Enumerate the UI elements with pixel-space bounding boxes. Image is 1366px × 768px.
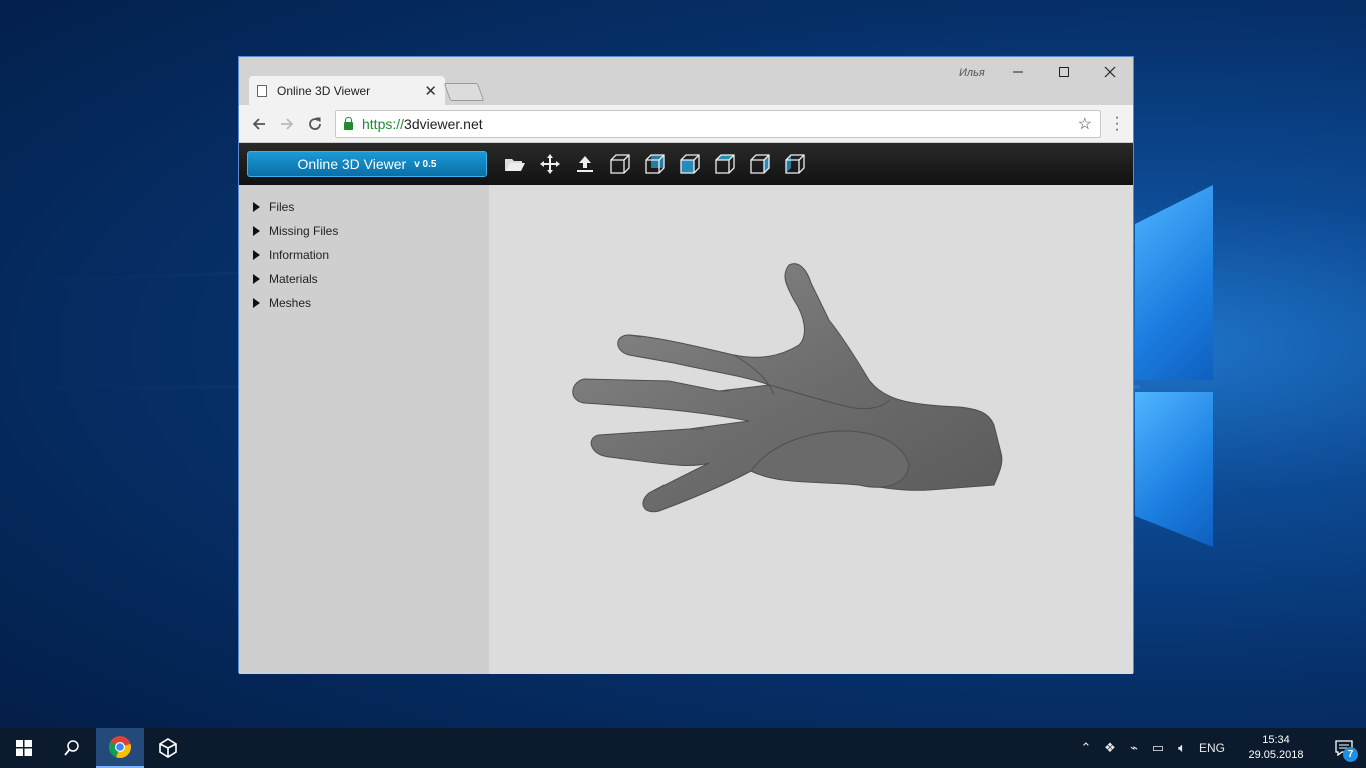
volume-icon[interactable]: 🔈︎: [1170, 728, 1194, 768]
reload-icon: [309, 117, 321, 130]
url-host: 3dviewer.net: [404, 115, 483, 132]
clock-time: 15:34: [1262, 734, 1290, 746]
tab-title: Online 3D Viewer: [277, 83, 371, 98]
sidebar-item-label: Information: [269, 248, 330, 262]
open-folder-button[interactable]: [497, 149, 532, 179]
forward-button[interactable]: [273, 110, 301, 138]
sidebar-item-meshes[interactable]: Meshes: [239, 291, 489, 315]
clock-date: 29.05.2018: [1248, 749, 1304, 761]
profile-name[interactable]: Илья: [959, 67, 985, 79]
sidebar-item-materials[interactable]: Materials: [239, 267, 489, 291]
expand-triangle-icon: [253, 202, 260, 212]
browser-window: Online 3D Viewer ✕ Илья https:// 3dviewe…: [238, 56, 1134, 674]
view-top-icon: [749, 154, 770, 174]
expand-triangle-icon: [253, 274, 260, 284]
back-button[interactable]: [245, 110, 273, 138]
windows-start-icon: [16, 740, 32, 756]
action-center-button[interactable]: 7: [1322, 728, 1366, 768]
search-button[interactable]: [48, 728, 96, 768]
3d-viewport[interactable]: [489, 185, 1133, 674]
view-right-icon: [714, 154, 735, 174]
new-tab-button[interactable]: [443, 83, 485, 101]
reload-button[interactable]: [301, 110, 329, 138]
sidebar-item-missing-files[interactable]: Missing Files: [239, 219, 489, 243]
minimize-button[interactable]: [995, 59, 1041, 85]
close-window-button[interactable]: [1087, 59, 1133, 85]
expand-triangle-icon: [253, 226, 260, 236]
sidebar: Files Missing Files Information Material…: [239, 185, 489, 674]
back-arrow-icon: [252, 117, 265, 130]
view-right-button[interactable]: [707, 149, 742, 179]
address-bar: https:// 3dviewer.net ☆ · · ·: [239, 105, 1133, 143]
upload-icon: [576, 156, 593, 172]
view-front-icon: [609, 154, 630, 174]
taskbar-chrome-button[interactable]: [96, 728, 144, 768]
view-front-button[interactable]: [602, 149, 637, 179]
sidebar-item-information[interactable]: Information: [239, 243, 489, 267]
view-bottom-button[interactable]: [777, 149, 812, 179]
toolbar-tools: [497, 149, 812, 179]
page-icon: [257, 84, 267, 97]
fit-view-button[interactable]: [532, 149, 567, 179]
notification-badge: 7: [1343, 747, 1358, 762]
url-scheme: https://: [362, 115, 405, 132]
browser-menu-button[interactable]: · · ·: [1107, 109, 1127, 137]
windows-logo-pane-bottom: [1135, 392, 1213, 547]
forward-arrow-icon: [281, 117, 294, 130]
view-back-icon: [644, 154, 665, 174]
sidebar-item-label: Files: [269, 200, 295, 214]
start-button[interactable]: [0, 728, 48, 768]
expand-triangle-icon: [253, 250, 260, 260]
brand-version: v 0.5: [414, 158, 437, 170]
brand-name: Online 3D Viewer: [297, 156, 407, 172]
taskbar: ⌃ ❖ ⌁ ▭ 🔈︎ ENG 15:34 29.05.2018 7: [0, 728, 1366, 768]
url-field[interactable]: https:// 3dviewer.net ☆: [335, 109, 1101, 138]
network-icon[interactable]: ▭: [1146, 728, 1170, 768]
dropbox-icon[interactable]: ❖: [1098, 728, 1122, 768]
upload-button[interactable]: [567, 149, 602, 179]
close-tab-icon[interactable]: ✕: [424, 82, 437, 100]
hand-model[interactable]: [489, 185, 1133, 674]
fit-view-icon: [539, 154, 560, 174]
app-brand-button[interactable]: Online 3D Viewer v 0.5: [247, 151, 487, 177]
unity-icon: [159, 738, 177, 758]
minimize-icon: [1013, 71, 1023, 73]
taskbar-unity-button[interactable]: [144, 728, 192, 768]
view-back-button[interactable]: [637, 149, 672, 179]
show-hidden-icons-button[interactable]: ⌃: [1074, 728, 1098, 768]
windows-logo-pane-top: [1135, 185, 1213, 380]
language-indicator[interactable]: ENG: [1194, 728, 1230, 768]
open-folder-icon: [504, 159, 525, 171]
lock-icon: [344, 116, 353, 130]
bookmark-star-icon[interactable]: ☆: [1078, 114, 1092, 134]
clock[interactable]: 15:34 29.05.2018: [1236, 733, 1316, 763]
view-bottom-icon: [784, 154, 805, 174]
app-toolbar: Online 3D Viewer v 0.5: [239, 143, 1133, 185]
expand-triangle-icon: [253, 298, 260, 308]
view-top-button[interactable]: [742, 149, 777, 179]
sidebar-item-files[interactable]: Files: [239, 195, 489, 219]
app-content: Files Missing Files Information Material…: [239, 185, 1133, 674]
power-plug-icon[interactable]: ⌁: [1122, 728, 1146, 768]
system-tray: ⌃ ❖ ⌁ ▭ 🔈︎ ENG 15:34 29.05.2018 7: [1074, 728, 1366, 768]
sidebar-item-label: Materials: [269, 272, 318, 286]
search-icon: [64, 740, 79, 756]
maximize-button[interactable]: [1041, 59, 1087, 85]
sidebar-item-label: Missing Files: [269, 224, 339, 238]
sidebar-item-label: Meshes: [269, 296, 312, 310]
browser-tab[interactable]: Online 3D Viewer ✕: [249, 76, 445, 105]
close-icon: [1104, 66, 1116, 78]
browser-titlebar: Online 3D Viewer ✕ Илья: [239, 57, 1133, 105]
chrome-icon: [108, 736, 131, 759]
maximize-icon: [1059, 67, 1069, 77]
view-left-button[interactable]: [672, 149, 707, 179]
view-left-icon: [679, 154, 700, 174]
